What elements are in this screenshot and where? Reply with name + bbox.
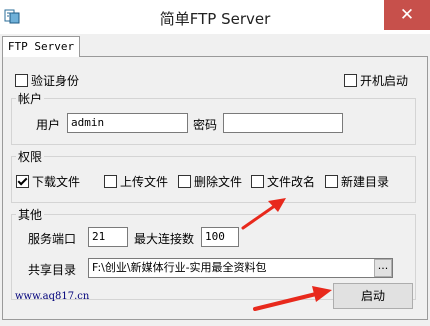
perm-rename-checkbox[interactable]: 文件改名 (251, 173, 315, 190)
close-button[interactable]: ✕ (384, 0, 430, 30)
perm-download-checkbox[interactable]: 下载文件 (16, 173, 80, 190)
arrow-annotation-icon (241, 198, 286, 230)
verify-identity-label: 验证身份 (31, 74, 80, 88)
checkbox-icon (15, 74, 28, 87)
user-input[interactable]: admin (67, 113, 188, 133)
permissions-group: 权限 下载文件 上传文件 删除文件 文件改名 新建目录 (11, 148, 416, 203)
autostart-label: 开机启动 (360, 74, 409, 88)
window-title: 简单FTP Server (159, 10, 271, 28)
password-input[interactable] (223, 113, 343, 133)
share-directory-label: 共享目录 (28, 263, 77, 277)
browse-button[interactable]: ... (374, 259, 392, 277)
perm-upload-label: 上传文件 (120, 175, 169, 189)
website-link[interactable]: www.aq817.cn (15, 291, 89, 302)
user-label: 用户 (36, 118, 61, 132)
perm-rename-label: 文件改名 (267, 175, 316, 189)
share-directory-input[interactable]: F:\创业\新媒体行业-实用最全资料包 (88, 258, 393, 278)
port-label: 服务端口 (28, 232, 77, 246)
checkbox-icon (104, 175, 117, 188)
checkbox-icon (325, 175, 338, 188)
max-connections-input[interactable]: 100 (201, 227, 239, 247)
tab-ftp-server[interactable]: FTP Server (2, 36, 80, 57)
checkbox-icon (16, 175, 29, 188)
perm-mkdir-label: 新建目录 (341, 175, 390, 189)
perm-mkdir-checkbox[interactable]: 新建目录 (325, 173, 389, 190)
checkbox-icon (344, 74, 357, 87)
tab-panel: 验证身份 开机启动 帐户 用户 admin 密码 权限 下载文件 上传文件 删除… (2, 56, 428, 320)
account-group-title: 帐户 (16, 90, 45, 107)
perm-delete-label: 删除文件 (194, 175, 243, 189)
perm-upload-checkbox[interactable]: 上传文件 (104, 173, 168, 190)
password-label: 密码 (193, 118, 218, 132)
title-bar: 简单FTP Server ✕ (0, 0, 430, 34)
port-input[interactable]: 21 (88, 227, 128, 247)
client-area: FTP Server 验证身份 开机启动 帐户 用户 admin 密码 权限 下… (0, 34, 430, 326)
other-group-title: 其他 (16, 206, 45, 223)
arrow-annotation-icon (253, 286, 332, 311)
autostart-checkbox[interactable]: 开机启动 (344, 72, 408, 89)
account-group: 帐户 用户 admin 密码 (11, 90, 416, 145)
start-button[interactable]: 启动 (333, 283, 413, 309)
checkbox-icon (251, 175, 264, 188)
permissions-group-title: 权限 (16, 148, 45, 165)
perm-download-label: 下载文件 (32, 175, 81, 189)
checkbox-icon (178, 175, 191, 188)
verify-identity-checkbox[interactable]: 验证身份 (15, 72, 79, 89)
close-icon: ✕ (399, 5, 415, 25)
perm-delete-checkbox[interactable]: 删除文件 (178, 173, 242, 190)
max-connections-label: 最大连接数 (134, 232, 195, 246)
